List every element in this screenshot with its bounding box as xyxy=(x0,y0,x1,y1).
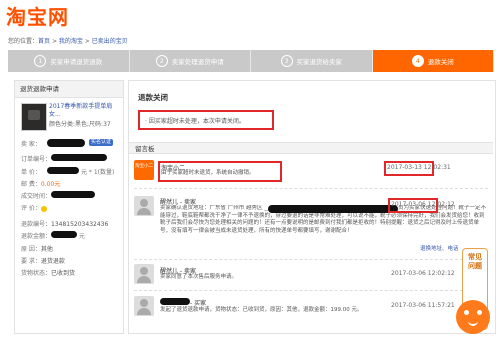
seller-label: 卖 家： xyxy=(21,141,41,148)
step-label: 卖家处理退货申请 xyxy=(171,58,224,66)
step-label: 买家申请退货退款 xyxy=(50,58,103,66)
breadcrumb: 您的位置：首页 > 我的淘宝 > 已卖出的宝贝 xyxy=(8,36,128,45)
message-text: 发起了退货退款申请，货物状态：已收到货，原因：其他，退款金额：199.00 元。 xyxy=(160,307,363,313)
refund-status-title: 退款关闭 xyxy=(138,93,168,102)
request-label: 要 求： xyxy=(21,258,41,265)
close-reason-box: · 因买家超时未处理，本次申请关闭。 xyxy=(138,110,274,130)
product-title-link[interactable]: 2017春季新款手提单肩女... xyxy=(49,103,121,119)
refund-amount-unit: 元 xyxy=(79,233,86,240)
message-board-header: 留言板 xyxy=(129,142,493,154)
step-label: 买家退货给卖家 xyxy=(296,58,343,66)
taobao-xiaoer-avatar: 淘宝小二 xyxy=(134,160,154,180)
message-separator xyxy=(134,259,488,260)
unit-price-value: 元 * 1(数量) xyxy=(81,169,115,176)
refund-no-row: 退款编号：134815203432436 xyxy=(21,219,108,228)
return-address-link[interactable]: 退换地址、电话 xyxy=(420,246,459,254)
feedback-icon xyxy=(40,205,47,212)
seller-row: 卖 家： xyxy=(21,139,41,148)
breadcrumb-sold-items[interactable]: 已卖出的宝贝 xyxy=(92,38,128,45)
goods-status-label: 货物状态： xyxy=(21,270,52,277)
order-no-row: 订单编号： xyxy=(21,154,51,163)
breadcrumb-home[interactable]: 首页 xyxy=(38,38,50,45)
step-buyer-return: 3 买家退货给卖家 xyxy=(251,50,373,72)
goods-status-value: 已收到货 xyxy=(51,270,76,277)
redacted-seller xyxy=(47,139,85,147)
product-attributes: 颜色分类:黑色;尺码:37 xyxy=(49,121,111,128)
progress-steps: 1 买家申请退货退款 2 卖家处理退货申请 3 买家退货给卖家 4 退款关闭 xyxy=(8,50,494,72)
breadcrumb-separator: > xyxy=(50,38,59,45)
unit-price-row: 单 价： xyxy=(21,167,41,176)
step-number: 3 xyxy=(280,55,293,67)
refund-no-label: 退款编号： xyxy=(21,221,52,228)
product-thumbnail[interactable] xyxy=(21,103,47,131)
message-separator xyxy=(134,290,488,291)
redacted-refund-amount xyxy=(51,231,77,238)
step-refund-closed: 4 退款关闭 xyxy=(372,50,494,72)
request-row: 要 求：退货退款 xyxy=(21,256,65,265)
goods-status-row: 货物状态：已收到货 xyxy=(21,268,75,277)
refund-amount-row: 退款金额： xyxy=(21,231,51,240)
message-text: 由于买家超时未退货，系统自动撤销。 xyxy=(161,170,255,176)
order-no-label: 订单编号： xyxy=(21,156,52,163)
seller-avatar xyxy=(134,196,154,216)
step-number: 4 xyxy=(411,55,424,67)
message-time: 2017-03-06 12:02:12 xyxy=(391,201,455,208)
step-seller-process: 2 卖家处理退货申请 xyxy=(129,50,251,72)
message-time: 2017-03-06 11:57:21 xyxy=(391,302,455,309)
faq-label[interactable]: 常见问题 xyxy=(468,253,482,271)
taobao-mascot-icon[interactable] xyxy=(456,300,490,334)
step-number: 2 xyxy=(155,55,168,67)
deal-time-row: 成交时间： xyxy=(21,191,51,200)
message-text: 卖家同意了本次售后服务申请。 xyxy=(160,274,238,280)
breadcrumb-prefix: 您的位置： xyxy=(8,38,39,45)
close-reason-text: · 因买家超时未处理，本次申请关闭。 xyxy=(145,118,245,125)
redacted-buyer-name xyxy=(160,298,190,305)
panel-header: 退货退款申请 xyxy=(15,81,123,98)
breadcrumb-separator: > xyxy=(82,38,92,45)
taobao-logo[interactable]: 淘宝网 xyxy=(6,6,69,28)
redacted-deal-time xyxy=(51,191,95,198)
message-author: - 买家 xyxy=(190,300,207,307)
refund-application-panel: 退货退款申请 2017春季新款手提单肩女... 颜色分类:黑色;尺码:37 卖 … xyxy=(14,80,124,334)
redacted-order-no xyxy=(51,154,107,161)
breadcrumb-mytaobao[interactable]: 我的淘宝 xyxy=(59,38,83,45)
verified-badge[interactable]: 实名认证 xyxy=(89,139,114,146)
unit-price-label: 单 价： xyxy=(21,169,41,176)
deal-time-label: 成交时间： xyxy=(21,193,52,200)
refund-amount-label: 退款金额： xyxy=(21,233,52,240)
step-number: 1 xyxy=(34,55,47,67)
redacted-price xyxy=(47,167,79,174)
shipping-value: 0.00元 xyxy=(40,181,61,188)
message-separator xyxy=(134,188,488,189)
seller-avatar xyxy=(134,264,154,284)
feedback-row: 评 价： xyxy=(21,203,47,212)
buyer-avatar xyxy=(134,296,154,316)
feedback-label: 评 价： xyxy=(21,205,41,212)
reason-label: 原 因： xyxy=(21,246,41,253)
reason-value: 其他 xyxy=(40,246,53,253)
message-time: 2017-03-06 12:02:12 xyxy=(391,270,455,277)
message-time: 2017-03-13 12:02:31 xyxy=(387,164,451,171)
request-value: 退货退款 xyxy=(40,258,65,265)
reason-row: 原 因：其他 xyxy=(21,244,53,253)
redacted-address xyxy=(268,205,398,213)
shipping-row: 邮 费：0.00元 xyxy=(21,179,60,188)
shipping-label: 邮 费： xyxy=(21,181,41,188)
step-label: 退款关闭 xyxy=(427,58,454,66)
refund-no-value: 134815203432436 xyxy=(51,221,109,228)
step-buyer-apply: 1 买家申请退货退款 xyxy=(8,50,130,72)
